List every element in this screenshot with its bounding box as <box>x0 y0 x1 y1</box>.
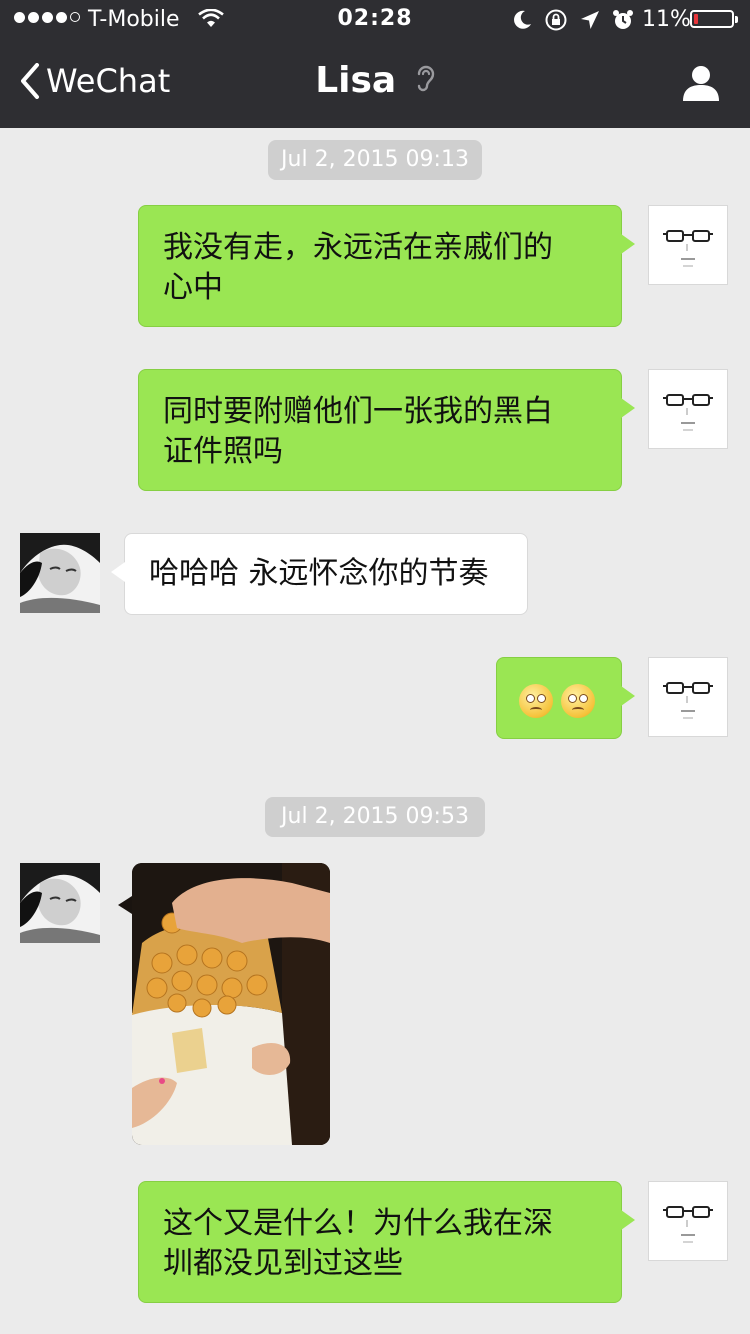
message-text-line: 同时要附赠他们一张我的黑白 <box>163 394 553 429</box>
battery-icon <box>690 10 738 28</box>
chat-title: Lisa <box>0 60 750 103</box>
navigation-bar: WeChat Lisa <box>0 40 750 128</box>
flushed-emoji-icon <box>561 683 595 718</box>
message-text-line: 这个又是什么！为什么我在深 <box>163 1206 553 1241</box>
status-bar: T-Mobile 02:28 11% <box>0 0 750 40</box>
battery-level-fill <box>694 14 698 24</box>
outgoing-message-bubble[interactable]: 同时要附赠他们一张我的黑白 证件照吗 <box>138 369 635 491</box>
alarm-clock-icon <box>612 9 634 37</box>
flushed-emoji-icon <box>519 683 553 718</box>
incoming-image-message[interactable] <box>132 863 330 1145</box>
timestamp-label: Jul 2, 2015 09:53 <box>265 797 485 837</box>
my-avatar[interactable] <box>648 1181 728 1261</box>
my-avatar[interactable] <box>648 369 728 449</box>
my-avatar[interactable] <box>648 657 728 737</box>
message-text-line: 我没有走，永远活在亲戚们的 <box>163 230 553 265</box>
rotation-lock-icon <box>544 8 568 38</box>
message-text: 哈哈哈 永远怀念你的节奏 <box>149 556 489 591</box>
outgoing-emoji-bubble[interactable] <box>496 657 635 739</box>
incoming-message-bubble[interactable]: 哈哈哈 永远怀念你的节奏 <box>111 533 528 615</box>
do-not-disturb-moon-icon <box>512 9 532 37</box>
message-text-line: 心中 <box>163 270 223 305</box>
person-icon <box>683 66 719 101</box>
location-arrow-icon <box>580 10 600 36</box>
chat-info-button[interactable] <box>682 64 720 106</box>
image-bubble-tail <box>118 896 132 914</box>
contact-name: Lisa <box>315 60 397 101</box>
contact-avatar[interactable] <box>20 863 100 943</box>
battery-percentage: 11% <box>642 7 691 32</box>
outgoing-message-bubble[interactable]: 我没有走，永远活在亲戚们的 心中 <box>138 205 635 327</box>
status-time: 02:28 <box>337 6 413 31</box>
contact-avatar[interactable] <box>20 533 100 613</box>
top-bar: T-Mobile 02:28 11% WeChat Lisa <box>0 0 750 128</box>
timestamp-label: Jul 2, 2015 09:13 <box>268 140 482 180</box>
outgoing-message-bubble[interactable]: 这个又是什么！为什么我在深 圳都没见到过这些 <box>138 1181 635 1303</box>
message-text-line: 圳都没见到过这些 <box>163 1246 403 1281</box>
message-text-line: 证件照吗 <box>163 434 283 469</box>
my-avatar[interactable] <box>648 205 728 285</box>
earpiece-mode-icon <box>415 62 435 103</box>
